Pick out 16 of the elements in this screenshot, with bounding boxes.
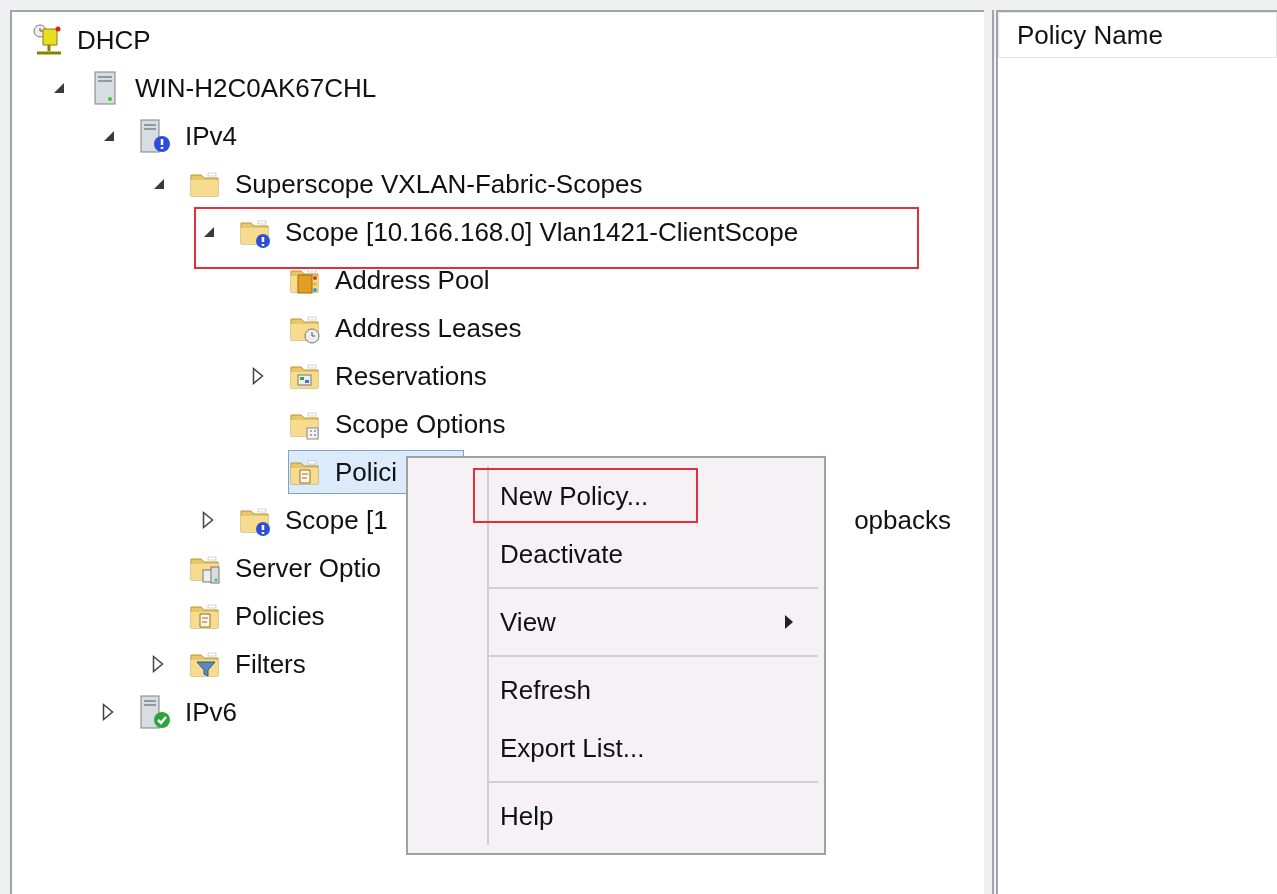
tree-item-label: Filters: [235, 647, 306, 681]
tree-item-label: Address Leases: [335, 311, 522, 345]
tree-item-label: Polici: [335, 455, 398, 489]
tree-item-label: Server Optio: [235, 551, 381, 585]
tree-item-label: Superscope VXLAN-Fabric-Scopes: [235, 167, 643, 201]
tree-item-label: Scope [10.166.168.0] Vlan1421-ClientScope: [285, 215, 799, 249]
tree-item-label: Policies: [235, 599, 325, 633]
tree-item-label: DHCP: [77, 23, 151, 57]
tree-item-label: IPv4: [185, 119, 238, 153]
tree-item-label: WIN-H2C0AK67CHL: [135, 71, 377, 105]
tree-item-label: Scope [1: [285, 503, 388, 537]
tree-item-label: IPv6: [185, 695, 238, 729]
tree-item-label: opbacks: [854, 503, 951, 537]
tree-item-label: Scope Options: [335, 407, 506, 441]
tree-item-label: Address Pool: [335, 263, 490, 297]
tree-item-label: Reservations: [335, 359, 487, 393]
